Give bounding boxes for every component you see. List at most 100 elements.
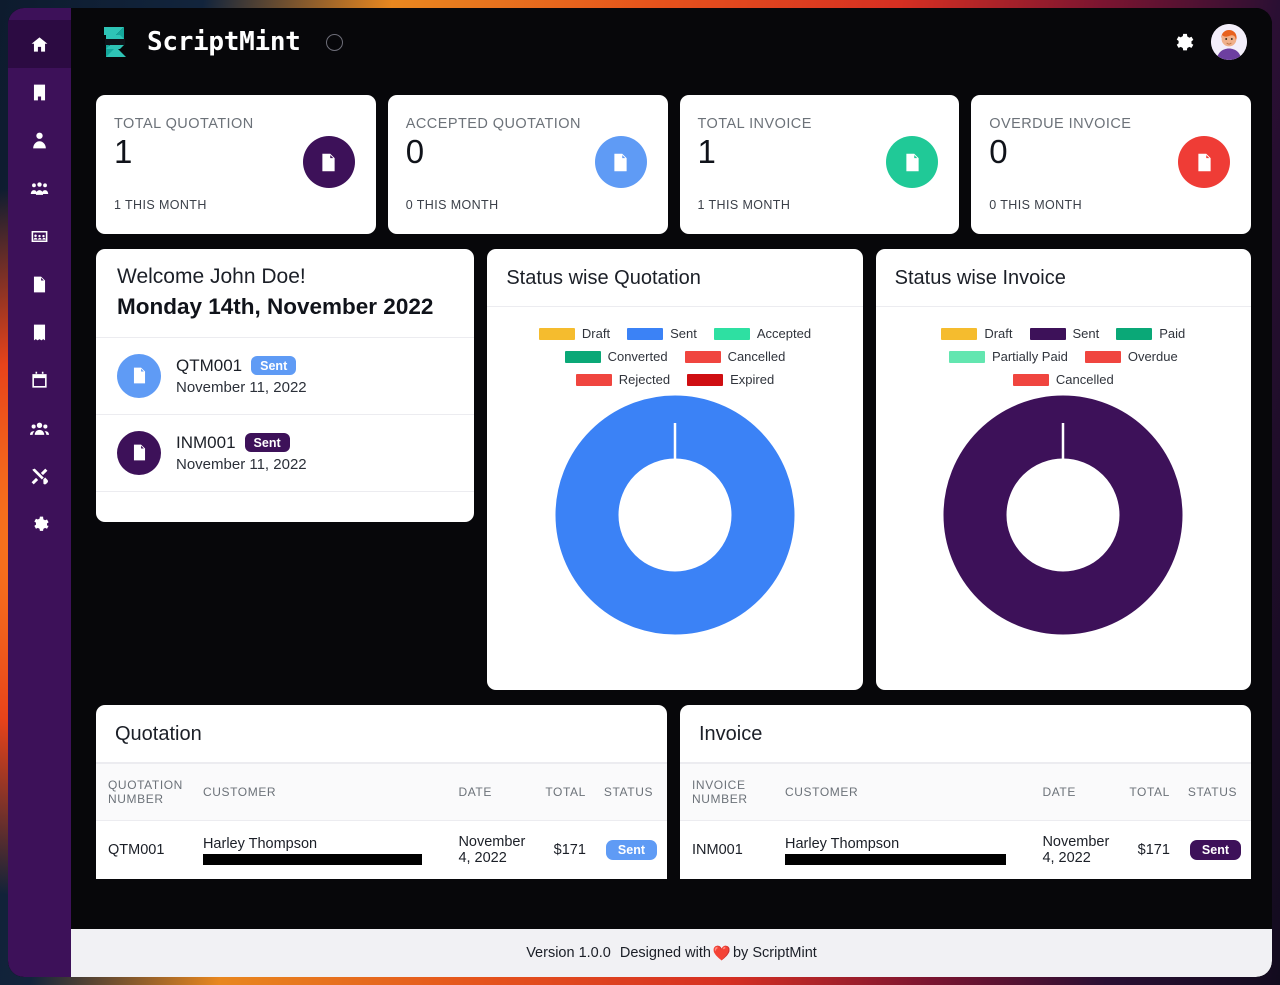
- calendar-icon: [30, 371, 49, 390]
- tools-icon: [30, 467, 49, 486]
- receipt-icon: [30, 323, 49, 342]
- legend-item[interactable]: Rejected: [575, 372, 671, 387]
- cell-date: November 4, 2022: [1042, 834, 1110, 866]
- legend-label: Paid: [1159, 326, 1186, 341]
- status-badge: Sent: [1189, 840, 1241, 860]
- sidebar-item-users[interactable]: [8, 404, 71, 452]
- avatar[interactable]: [1211, 24, 1247, 60]
- cell-number: QTM001: [108, 842, 165, 858]
- col-total: TOTAL: [535, 763, 596, 821]
- sidebar-item-team[interactable]: [8, 164, 71, 212]
- cell-customer: Harley Thompson: [193, 821, 448, 880]
- legend-label: Expired: [730, 372, 775, 387]
- list-item-date: November 11, 2022: [176, 378, 307, 396]
- legend-item[interactable]: Sent: [1029, 326, 1099, 341]
- loading-circle-icon: [325, 33, 343, 51]
- stat-title: OVERDUE INVOICE: [989, 116, 1132, 132]
- invoice-chart-header: Status wise Invoice: [875, 249, 1251, 307]
- sidebar-item-company[interactable]: [8, 68, 71, 116]
- invoice-donut[interactable]: [876, 395, 1251, 635]
- quotation-donut-svg: [555, 395, 795, 635]
- list-item-number-row: QTM001 Sent: [176, 356, 307, 376]
- col-total: TOTAL: [1119, 763, 1180, 821]
- list-item-body: QTM001 Sent November 11, 2022: [176, 356, 307, 396]
- legend-item[interactable]: Draft: [941, 326, 1013, 341]
- table-header-row: QUOTATION NUMBER CUSTOMER DATE TOTAL STA…: [96, 763, 667, 821]
- legend-item[interactable]: Cancelled: [684, 349, 786, 364]
- file-invoice-icon: [1178, 136, 1230, 188]
- legend-item[interactable]: Draft: [538, 326, 610, 341]
- col-status: STATUS: [1179, 763, 1251, 821]
- legend-swatch: [1084, 350, 1121, 363]
- invoice-table-head: INVOICE NUMBER CUSTOMER DATE TOTAL STATU…: [680, 763, 1251, 821]
- stat-card[interactable]: TOTAL INVOICE 1 1 THIS MONTH: [679, 95, 960, 234]
- invoice-chart-legend: Draft Sent Paid Partially Paid Overdue Cancel…: [876, 307, 1251, 387]
- table-header-row: INVOICE NUMBER CUSTOMER DATE TOTAL STATU…: [680, 763, 1251, 821]
- legend-swatch: [684, 350, 721, 363]
- stat-subtitle: 1 THIS MONTH: [114, 198, 207, 212]
- footer: Version 1.0.0 Designed with ❤️ by Script…: [71, 929, 1272, 977]
- invoice-table-header: Invoice: [680, 705, 1251, 763]
- legend-label: Partially Paid: [991, 349, 1068, 364]
- legend-item[interactable]: Paid: [1116, 326, 1185, 341]
- stat-card[interactable]: ACCEPTED QUOTATION 0 0 THIS MONTH: [387, 95, 668, 234]
- sidebar-item-settings[interactable]: [8, 500, 71, 548]
- welcome-header: Welcome John Doe! Monday 14th, November …: [96, 249, 474, 337]
- cell-status: Sent: [596, 821, 667, 880]
- legend-item[interactable]: Overdue: [1084, 349, 1178, 364]
- footer-designed-suffix: by ScriptMint: [732, 945, 817, 961]
- col-customer: CUSTOMER: [775, 763, 1033, 821]
- stat-card-row: TOTAL QUOTATION 1 1 THIS MONTH ACCEPTED QUO…: [71, 76, 1272, 234]
- legend-row: Draft Sent Paid: [898, 326, 1229, 341]
- quotation-chart-card: Status wise Quotation Draft Sent Accepted C…: [487, 249, 863, 690]
- stat-card[interactable]: TOTAL QUOTATION 1 1 THIS MONTH: [96, 95, 376, 234]
- status-badge: Sent: [244, 433, 290, 453]
- legend-item[interactable]: Converted: [564, 349, 668, 364]
- page-content: TOTAL QUOTATION 1 1 THIS MONTH ACCEPTED QUO…: [71, 76, 1272, 977]
- legend-swatch: [538, 327, 575, 340]
- legend-item[interactable]: Expired: [687, 372, 774, 387]
- sidebar-item-quotation[interactable]: [8, 260, 71, 308]
- sidebar-item-home[interactable]: [8, 20, 71, 68]
- quotation-chart-title: Status wise Quotation: [506, 267, 701, 289]
- file-invoice-icon: [117, 430, 161, 475]
- quotation-donut[interactable]: [487, 395, 862, 635]
- table-row[interactable]: QTM001 Harley Thompson November 4, 2022 $17…: [96, 821, 667, 880]
- file-invoice-dollar-icon: [117, 353, 161, 398]
- legend-swatch: [1012, 373, 1049, 386]
- sidebar-item-invoice[interactable]: [8, 308, 71, 356]
- list-item-body: INM001 Sent November 11, 2022: [176, 433, 307, 473]
- sidebar-item-tools[interactable]: [8, 452, 71, 500]
- legend-item[interactable]: Partially Paid: [948, 349, 1068, 364]
- list-item-number-row: INM001 Sent: [176, 433, 307, 453]
- gear-icon[interactable]: [1171, 31, 1194, 54]
- cell-customer: Harley Thompson: [775, 821, 1032, 880]
- stat-card[interactable]: OVERDUE INVOICE 0 0 THIS MONTH: [971, 95, 1251, 234]
- users-icon: [30, 419, 49, 438]
- sidebar-item-meetings[interactable]: [8, 212, 71, 260]
- list-item[interactable]: QTM001 Sent November 11, 2022: [96, 336, 475, 414]
- legend-item[interactable]: Accepted: [713, 326, 811, 341]
- table-row[interactable]: INM001 Harley Thompson November 4, 2022 $17…: [680, 821, 1251, 880]
- legend-swatch: [575, 373, 612, 386]
- legend-item[interactable]: Cancelled: [1012, 372, 1114, 387]
- invoice-table: INVOICE NUMBER CUSTOMER DATE TOTAL STATU…: [680, 763, 1251, 879]
- legend-item[interactable]: Sent: [627, 326, 697, 341]
- invoice-chart-title: Status wise Invoice: [894, 267, 1066, 289]
- legend-label: Sent: [670, 326, 697, 341]
- list-item[interactable]: INM001 Sent November 11, 2022: [96, 413, 475, 491]
- customer-name: Harley Thompson: [785, 835, 900, 852]
- legend-row: Rejected Expired: [509, 372, 840, 387]
- tables-row: Quotation QUOTATION NUMBER CUSTOMER DATE…: [71, 690, 1272, 879]
- sidebar-item-client[interactable]: [8, 116, 71, 164]
- legend-swatch: [687, 373, 724, 386]
- legend-label: Cancelled: [727, 349, 786, 364]
- col-status: STATUS: [595, 763, 667, 821]
- redaction-bar: [785, 853, 1006, 865]
- stat-title: ACCEPTED QUOTATION: [405, 116, 581, 132]
- legend-label: Draft: [984, 326, 1013, 341]
- legend-swatch: [948, 350, 985, 363]
- brand-logo[interactable]: ScriptMint: [94, 21, 301, 63]
- sidebar-item-calendar[interactable]: [8, 356, 71, 404]
- legend-label: Rejected: [618, 372, 671, 387]
